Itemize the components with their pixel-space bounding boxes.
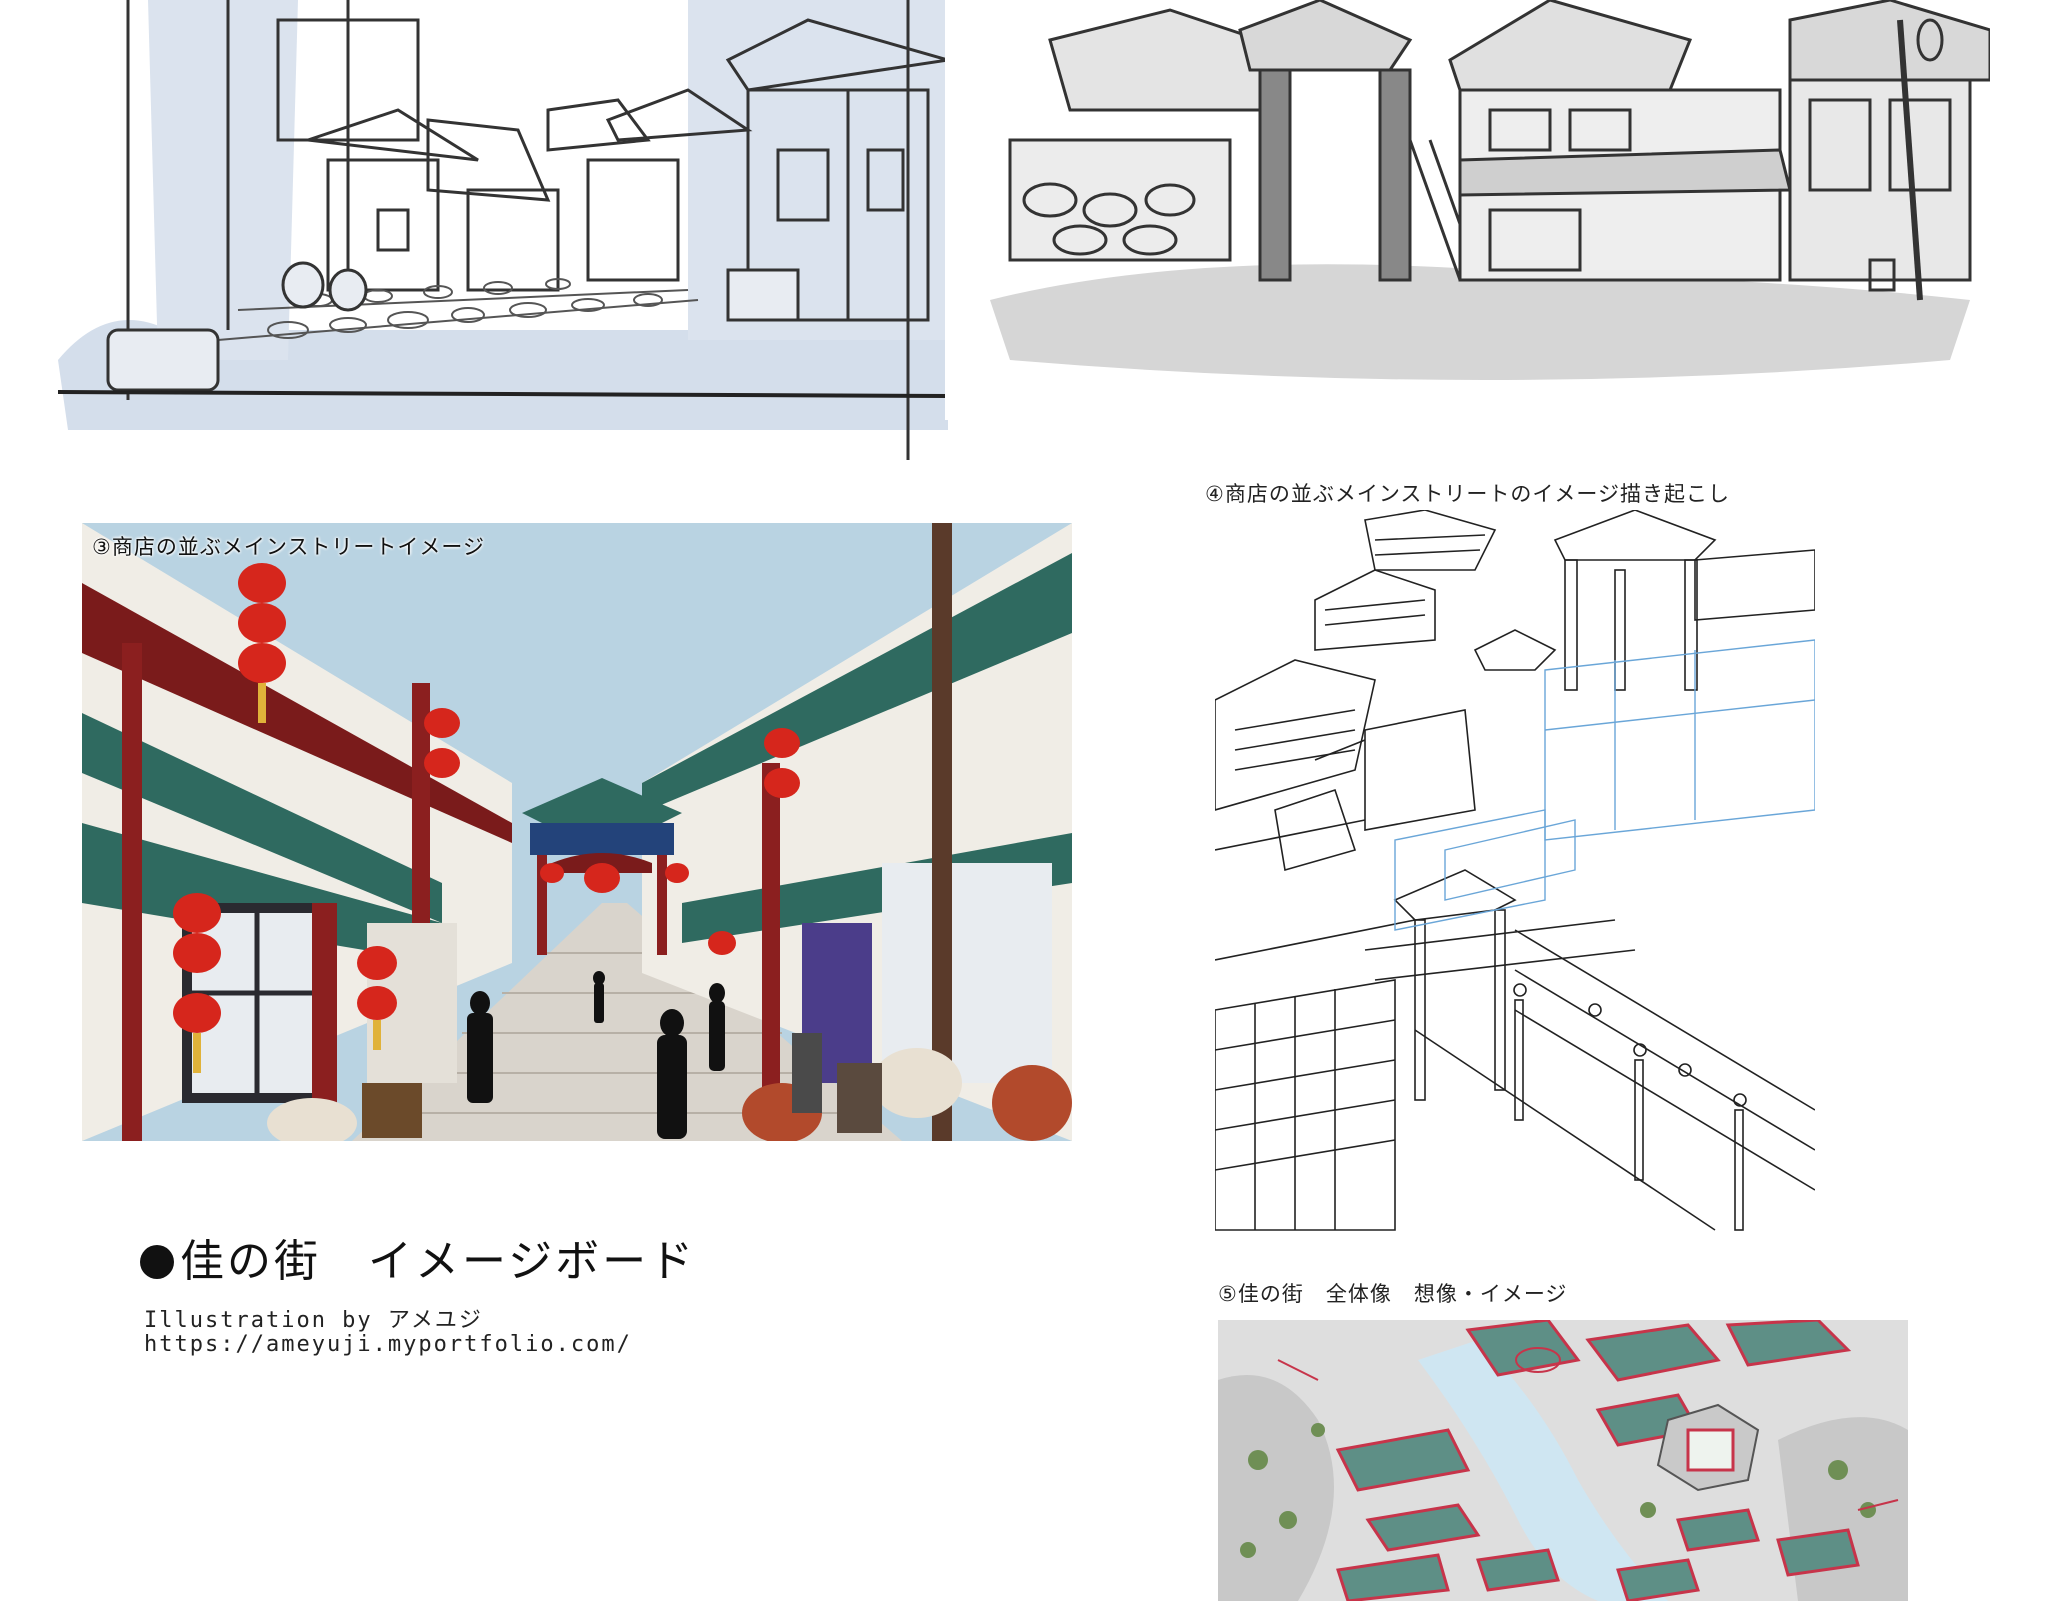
lineart-caption: ④商店の並ぶメインストリートのイメージ描き起こし xyxy=(1205,482,1730,506)
board-title: 佳の街 イメージボード xyxy=(140,1225,696,1289)
lineart-panel xyxy=(1215,510,1815,1240)
lineart-illustration xyxy=(1215,510,1815,1240)
board-title-text: 佳の街 イメージボード xyxy=(180,1236,697,1287)
plaza-sketch-panel xyxy=(990,0,1990,385)
plaza-sketch-illustration xyxy=(990,0,1990,385)
street-sketch-illustration xyxy=(48,0,948,465)
color-street-illustration xyxy=(82,523,1072,1141)
town-map-caption: ⑤佳の街 全体像 想像・イメージ xyxy=(1218,1282,1568,1306)
street-sketch-panel xyxy=(48,0,948,465)
portfolio-url-link[interactable]: https://ameyuji.myportfolio.com/ xyxy=(144,1332,632,1357)
town-map-panel xyxy=(1218,1320,1908,1601)
bullet-icon xyxy=(140,1245,174,1279)
color-street-panel: ③商店の並ぶメインストリートイメージ xyxy=(82,523,1072,1141)
illustration-credit: Illustration by アメユジ xyxy=(144,1308,483,1333)
town-map-illustration xyxy=(1218,1320,1908,1601)
color-street-caption: ③商店の並ぶメインストリートイメージ xyxy=(92,535,485,559)
